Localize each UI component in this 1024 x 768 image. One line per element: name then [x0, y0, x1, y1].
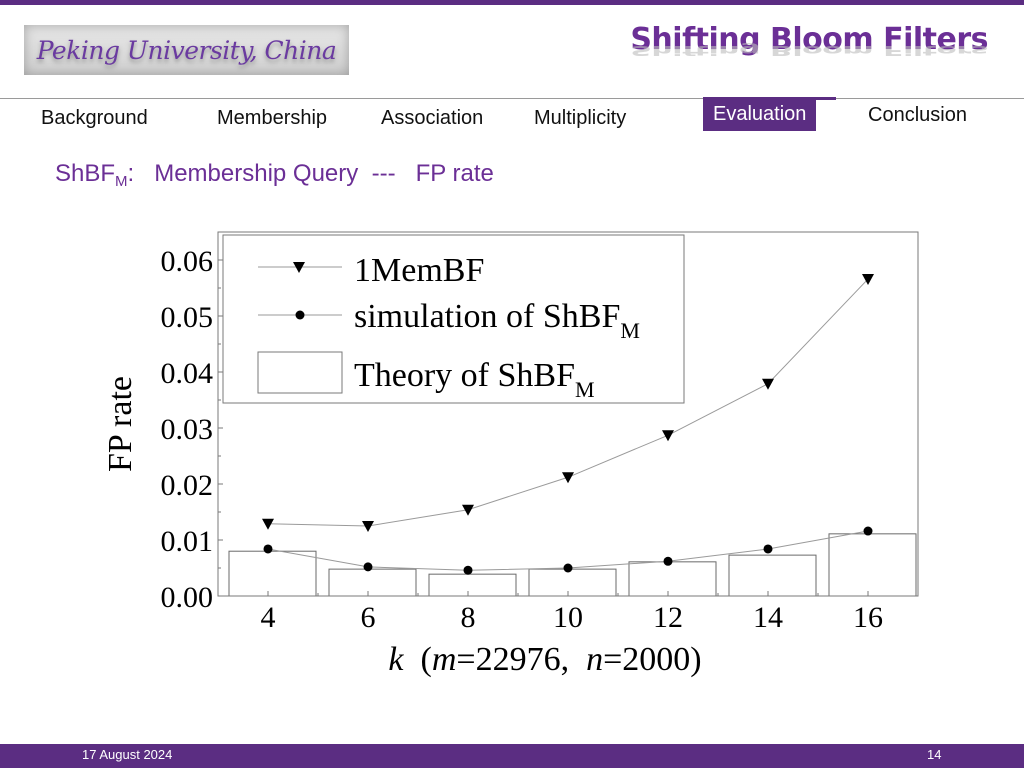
- x-tick-label: 12: [653, 601, 683, 634]
- x-tick-label: 14: [753, 601, 783, 634]
- point-simulation: [463, 565, 473, 575]
- x-tick-label: 8: [461, 601, 476, 634]
- y-tick-label: 0.06: [161, 245, 214, 278]
- point-1membf: [562, 472, 574, 484]
- page-number: 14: [927, 747, 942, 762]
- x-label-n-value: =2000): [603, 641, 702, 678]
- x-label-open: (: [404, 641, 432, 678]
- footer-bar: 17 August 2024 14: [0, 744, 1024, 768]
- x-tick-label: 10: [553, 601, 583, 634]
- legend-circle-icon: [295, 310, 305, 320]
- x-tick-label: 4: [261, 601, 276, 634]
- x-tick-label: 16: [853, 601, 883, 634]
- legend: 1MemBF simulation of ShBFM Theory of ShB…: [222, 234, 685, 404]
- legend-label-1membf: 1MemBF: [354, 252, 484, 289]
- y-tick-label: 0.05: [161, 301, 214, 334]
- point-1membf: [362, 521, 374, 532]
- y-tick-label: 0.03: [161, 413, 214, 446]
- x-label-k: k: [388, 641, 404, 678]
- legend-label-theory-sub: M: [575, 377, 595, 402]
- theory-bar: [728, 554, 817, 597]
- footer-date: 17 August 2024: [82, 747, 173, 762]
- y-axis-label: FP rate: [102, 376, 139, 472]
- theory-bar: [428, 573, 517, 597]
- point-simulation: [363, 562, 373, 572]
- point-simulation: [863, 526, 873, 536]
- y-tick-label: 0.01: [161, 525, 214, 558]
- y-tick-label: 0.04: [161, 357, 214, 390]
- point-simulation: [563, 563, 573, 573]
- x-axis-label: k (m=22976, n=2000): [388, 641, 701, 678]
- legend-label-simulation-sub: M: [620, 318, 640, 343]
- x-label-m: m: [432, 641, 457, 678]
- point-simulation: [663, 556, 673, 566]
- point-simulation: [263, 544, 273, 554]
- fp-rate-chart: 0.00 0.01 0.02 0.03 0.04 0.05 0.06 4 6 8 10 12 14 16…: [102, 231, 919, 678]
- theory-bar: [828, 533, 917, 597]
- theory-bars: [228, 533, 917, 597]
- x-tick-labels: 4 6 8 10 12 14 16: [261, 601, 884, 634]
- y-tick-label: 0.02: [161, 469, 214, 502]
- legend-label-simulation-main: simulation of ShBF: [354, 298, 620, 335]
- legend-bar-swatch: [257, 351, 343, 394]
- y-tick-label: 0.00: [161, 581, 214, 614]
- point-1membf: [762, 378, 774, 390]
- x-label-n: n: [586, 641, 603, 678]
- theory-bar: [328, 568, 417, 597]
- theory-bar: [628, 561, 717, 597]
- theory-bar: [228, 550, 317, 597]
- point-1membf: [662, 430, 674, 442]
- x-tick-label: 6: [361, 601, 376, 634]
- point-simulation: [763, 544, 773, 554]
- legend-label-theory-main: Theory of ShBF: [354, 357, 575, 394]
- theory-bar: [528, 568, 617, 597]
- x-label-m-value: =22976,: [456, 641, 586, 678]
- y-tick-labels: 0.00 0.01 0.02 0.03 0.04 0.05 0.06: [161, 245, 214, 614]
